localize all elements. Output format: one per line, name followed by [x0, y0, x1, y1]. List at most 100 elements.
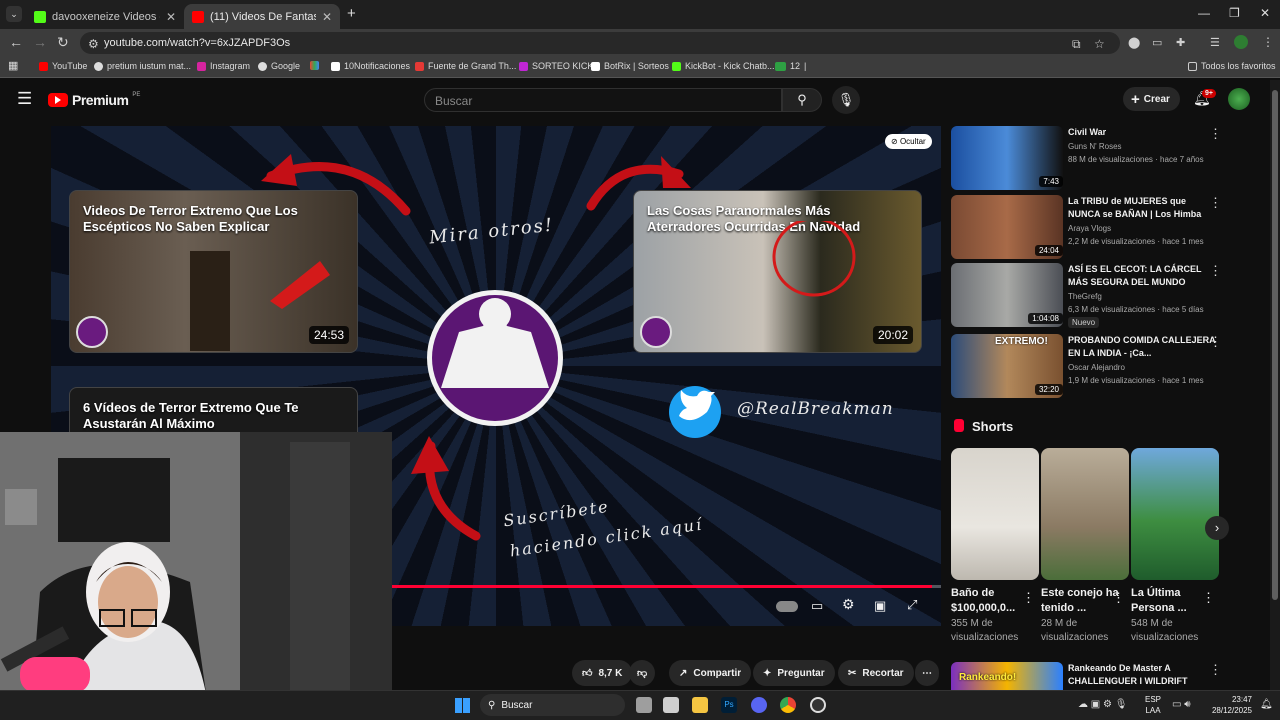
voice-search-button[interactable]: 🎙: [832, 86, 860, 114]
related-video[interactable]: 24:04 La TRIBU de MUJERES que NUNCA se B…: [951, 195, 1251, 259]
short-thumbnail[interactable]: [1131, 448, 1219, 580]
more-vert-icon[interactable]: ⋮: [1112, 590, 1125, 606]
dislike-button[interactable]: 👎︎: [629, 660, 656, 686]
close-tab-icon[interactable]: ✕: [322, 10, 332, 24]
short-thumbnail[interactable]: [1041, 448, 1129, 580]
app-icon[interactable]: [663, 697, 679, 713]
share-button[interactable]: ↗ Compartir: [669, 660, 752, 686]
more-vert-icon[interactable]: ⋮: [1209, 195, 1222, 211]
folder-icon: [1188, 61, 1197, 71]
miniplayer-icon[interactable]: ▣: [874, 598, 886, 614]
url-bar[interactable]: ⚙ youtube.com/watch?v=6xJZAPDF3Os ⧉ ☆: [80, 32, 1120, 54]
bookmark-colorful[interactable]: [310, 61, 319, 70]
bookmark-gta[interactable]: Fuente de Grand Th...: [415, 61, 516, 71]
bookmark-kickbot[interactable]: KickBot - Kick Chatb...: [672, 61, 775, 71]
search-button[interactable]: ⚲: [782, 88, 822, 112]
more-vert-icon[interactable]: ⋮: [1209, 662, 1222, 678]
shorts-next-button[interactable]: ›: [1205, 516, 1229, 540]
related-video[interactable]: 1:04:08 ASÍ ES EL CECOT: LA CÁRCEL MÁS S…: [951, 263, 1251, 328]
instagram-icon: [197, 61, 206, 71]
more-vert-icon[interactable]: ⋮: [1022, 590, 1035, 606]
page-scrollbar[interactable]: [1270, 80, 1280, 690]
endscreen-card-2[interactable]: Las Cosas Paranormales Más Aterradores O…: [633, 190, 922, 353]
file-explorer-icon[interactable]: [692, 697, 708, 713]
chrome-icon[interactable]: [780, 697, 796, 713]
video-meta: 1,9 M de visualizaciones · hace 1 mes: [1068, 376, 1204, 385]
close-tab-icon[interactable]: ✕: [166, 10, 176, 24]
task-view-icon[interactable]: [636, 697, 652, 713]
reading-list-icon[interactable]: ☰: [1210, 36, 1220, 49]
taskbar-search-box[interactable]: ⚲ Buscar: [480, 694, 625, 716]
short-thumbnail[interactable]: [951, 448, 1039, 580]
bookmark-star-icon[interactable]: ☆: [1094, 37, 1105, 51]
plus-icon: +: [1131, 90, 1140, 108]
extensions-puzzle-icon[interactable]: ✚: [1176, 36, 1185, 49]
tab-youtube[interactable]: (11) Videos De Fantasmas Real ✕: [184, 4, 340, 29]
photoshop-icon[interactable]: Ps: [721, 697, 737, 713]
ask-button[interactable]: ✦ Preguntar: [753, 660, 835, 686]
share-icon: ↗: [679, 667, 688, 679]
discord-icon[interactable]: [751, 697, 767, 713]
hamburger-menu-icon[interactable]: ☰: [17, 89, 32, 109]
windows-start-icon[interactable]: [455, 698, 470, 713]
menu-kebab-icon[interactable]: ⋮: [1262, 35, 1274, 49]
duration-badge: 20:02: [872, 326, 913, 344]
endscreen-card-1[interactable]: Videos De Terror Extremo Que Los Escépti…: [69, 190, 358, 353]
extension-icon[interactable]: ⬤: [1128, 36, 1140, 49]
profile-avatar[interactable]: [1234, 35, 1248, 49]
related-video[interactable]: Rankeando! Rankeando De Master A CHALLEN…: [951, 662, 1251, 690]
more-vert-icon[interactable]: ⋮: [1202, 590, 1215, 606]
site-info-icon[interactable]: ⚙: [88, 37, 99, 51]
language-indicator[interactable]: ESP LAA: [1145, 694, 1161, 716]
subtitles-icon[interactable]: ▭: [811, 598, 823, 614]
more-actions-button[interactable]: ⋯: [915, 660, 939, 686]
close-window-icon[interactable]: ✕: [1260, 6, 1270, 20]
scrollbar-thumb[interactable]: [1272, 90, 1278, 600]
tab-kick[interactable]: davooxeneize Videos - Watch C ✕: [26, 4, 184, 29]
new-tab-icon[interactable]: +: [347, 5, 356, 22]
clock[interactable]: 23:47 28/12/2025: [1206, 694, 1252, 716]
reload-icon[interactable]: ↻: [57, 34, 69, 51]
minimize-icon[interactable]: —: [1198, 6, 1210, 20]
notification-center-icon[interactable]: 🔔︎: [1260, 699, 1273, 710]
bookmark-sorteo-kick[interactable]: SORTEO KICK: [519, 61, 593, 71]
bookmark-all-favorites[interactable]: Todos los favoritos: [1188, 61, 1276, 71]
more-vert-icon[interactable]: ⋮: [1209, 126, 1222, 142]
obs-icon[interactable]: [810, 697, 826, 713]
forward-icon[interactable]: →: [33, 34, 47, 50]
tab-search-icon[interactable]: ⌄: [6, 6, 22, 22]
hide-endscreen-button[interactable]: ⊘ Ocultar: [885, 134, 932, 149]
bookmark-pretium[interactable]: pretium iustum mat...: [94, 61, 191, 71]
taskbar-search-label: Buscar: [501, 699, 533, 711]
account-avatar[interactable]: [1228, 88, 1250, 110]
create-button[interactable]: + Crear: [1123, 87, 1180, 111]
like-button[interactable]: 👍︎ 8,7 K: [572, 660, 633, 686]
settings-gear-icon[interactable]: ⚙: [842, 596, 855, 613]
youtube-play-icon: [48, 93, 68, 107]
twitter-handle: @RealBreakman: [737, 399, 894, 419]
bookmark-youtube[interactable]: YouTube: [39, 61, 87, 71]
network-volume-icons[interactable]: ▭ 🔊︎: [1172, 699, 1191, 710]
shorts-logo-icon: [954, 419, 964, 432]
youtube-logo[interactable]: Premium PE: [48, 92, 140, 108]
install-icon[interactable]: ⧉: [1072, 37, 1081, 52]
search-input[interactable]: Buscar: [424, 88, 782, 112]
related-video[interactable]: 7:43 Civil War Guns N' Roses 88 M de vis…: [951, 126, 1251, 190]
back-icon[interactable]: ←: [9, 34, 23, 50]
bookmark-botrix[interactable]: BotRix | Sorteos: [591, 61, 669, 71]
extension-icon[interactable]: ▭: [1152, 36, 1162, 49]
bookmark-12[interactable]: 12 |: [775, 61, 806, 71]
maximize-icon[interactable]: ❐: [1229, 6, 1240, 20]
bookmark-google[interactable]: Google: [258, 61, 300, 71]
autoplay-toggle[interactable]: [776, 601, 798, 612]
more-vert-icon[interactable]: ⋮: [1209, 263, 1222, 279]
bookmark-x[interactable]: 10Notificaciones: [331, 61, 410, 71]
more-vert-icon[interactable]: ⋮: [1209, 334, 1222, 350]
tray-icons[interactable]: ☁ ▣ ⚙ 🎙︎: [1078, 699, 1127, 710]
fullscreen-icon[interactable]: ⤢: [907, 597, 917, 613]
apps-grid-icon[interactable]: ▦: [8, 59, 18, 72]
thumbs-down-icon: 👎︎: [637, 668, 648, 679]
bookmark-instagram[interactable]: Instagram: [197, 61, 250, 71]
related-video[interactable]: EXTREMO! 32:20 PROBANDO COMIDA CALLEJERA…: [951, 334, 1251, 398]
clip-button[interactable]: ✂ Recortar: [838, 660, 914, 686]
